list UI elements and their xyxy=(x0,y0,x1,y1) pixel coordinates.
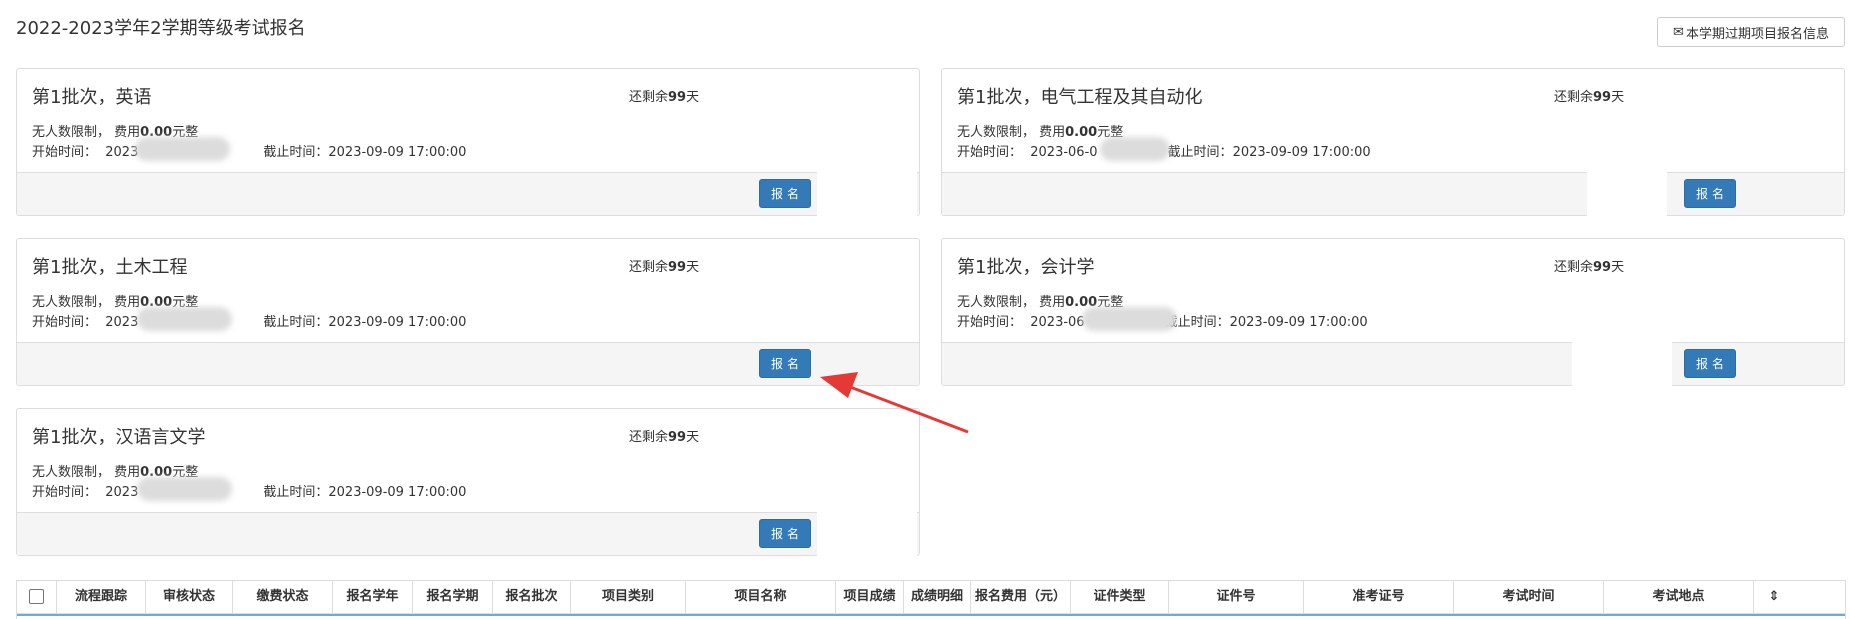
envelope-icon: ✉ xyxy=(1673,24,1684,40)
redacted-region xyxy=(137,477,232,501)
redacted-region xyxy=(1100,137,1170,161)
col-header[interactable]: 审核状态 xyxy=(146,581,233,613)
card-footer: 报名 xyxy=(17,342,919,385)
days-remaining: 还剩余99天 xyxy=(629,260,700,275)
col-header[interactable]: 证件号 xyxy=(1169,581,1304,613)
sort-handle[interactable]: ⇕ xyxy=(1754,581,1794,613)
redacted-region xyxy=(137,307,232,331)
card-title: 第1批次，电气工程及其自动化 xyxy=(957,87,1203,108)
time-range: 开始时间： 2023 截止时间：2023-09-09 17:00:00 xyxy=(32,315,467,330)
days-remaining: 还剩余99天 xyxy=(629,90,700,105)
register-button[interactable]: 报名 xyxy=(759,179,811,208)
register-button[interactable]: 报名 xyxy=(759,349,811,378)
header-underline xyxy=(17,614,1845,616)
card-title: 第1批次，会计学 xyxy=(957,257,1095,278)
exam-card-english: 第1批次，英语 还剩余99天 无人数限制， 费用0.00元整 开始时间： 202… xyxy=(16,68,920,217)
past-registrations-label: 本学期过期项目报名信息 xyxy=(1685,26,1829,42)
card-title: 第1批次，土木工程 xyxy=(32,257,188,278)
col-header[interactable]: 证件类型 xyxy=(1071,581,1169,613)
card-title: 第1批次，英语 xyxy=(32,87,152,108)
card-footer: 报名 xyxy=(17,505,919,557)
col-header[interactable]: 报名学期 xyxy=(413,581,493,613)
col-header[interactable]: 报名费用（元） xyxy=(971,581,1071,613)
fee-info: 无人数限制， 费用0.00元整 xyxy=(957,125,1124,140)
col-header[interactable]: 项目类别 xyxy=(571,581,686,613)
register-button[interactable]: 报名 xyxy=(759,519,811,548)
col-header[interactable]: 项目名称 xyxy=(686,581,836,613)
redacted-region xyxy=(1572,335,1672,387)
redacted-region xyxy=(817,505,917,557)
col-header[interactable]: 准考证号 xyxy=(1304,581,1454,613)
card-title: 第1批次，汉语言文学 xyxy=(32,427,206,448)
redacted-region xyxy=(1587,165,1667,217)
past-registrations-button[interactable]: ✉ 本学期过期项目报名信息 xyxy=(1657,17,1845,47)
select-all-cell xyxy=(17,581,57,613)
exam-card-civil-engineering: 第1批次，土木工程 还剩余99天 无人数限制， 费用0.00元整 开始时间： 2… xyxy=(16,238,920,386)
time-range: 开始时间： 2023 截止时间：2023-09-09 17:00:00 xyxy=(32,485,467,500)
card-footer: 报名 xyxy=(942,335,1844,387)
table-header-row: 流程跟踪 审核状态 缴费状态 报名学年 报名学期 报名批次 项目类别 项目名称 … xyxy=(17,581,1845,615)
exam-card-accounting: 第1批次，会计学 还剩余99天 无人数限制， 费用0.00元整 开始时间： 20… xyxy=(941,238,1845,387)
col-header[interactable]: 报名批次 xyxy=(493,581,571,613)
days-remaining: 还剩余99天 xyxy=(1554,260,1625,275)
card-footer: 报名 xyxy=(942,165,1844,217)
exam-card-electrical-engineering: 第1批次，电气工程及其自动化 还剩余99天 无人数限制， 费用0.00元整 开始… xyxy=(941,68,1845,217)
register-button[interactable]: 报名 xyxy=(1684,349,1736,378)
exam-card-chinese-literature: 第1批次，汉语言文学 还剩余99天 无人数限制， 费用0.00元整 开始时间： … xyxy=(16,408,920,557)
col-header[interactable]: 项目成绩 xyxy=(836,581,904,613)
redacted-region xyxy=(1082,307,1177,331)
page-title: 2022-2023学年2学期等级考试报名 xyxy=(16,18,306,39)
select-all-checkbox[interactable] xyxy=(29,589,44,604)
col-header[interactable]: 成绩明细 xyxy=(904,581,971,613)
card-footer: 报名 xyxy=(17,165,919,217)
days-remaining: 还剩余99天 xyxy=(629,430,700,445)
col-header[interactable]: 缴费状态 xyxy=(233,581,333,613)
col-header[interactable]: 报名学年 xyxy=(333,581,413,613)
col-header[interactable]: 考试地点 xyxy=(1604,581,1754,613)
register-button[interactable]: 报名 xyxy=(1684,179,1736,208)
col-header[interactable]: 考试时间 xyxy=(1454,581,1604,613)
redacted-region xyxy=(135,137,230,161)
redacted-region xyxy=(817,165,917,217)
days-remaining: 还剩余99天 xyxy=(1554,90,1625,105)
col-header[interactable]: 流程跟踪 xyxy=(57,581,146,613)
registration-table: 流程跟踪 审核状态 缴费状态 报名学年 报名学期 报名批次 项目类别 项目名称 … xyxy=(16,580,1846,619)
time-range: 开始时间： 2023 截止时间：2023-09-09 17:00:00 xyxy=(32,145,467,160)
